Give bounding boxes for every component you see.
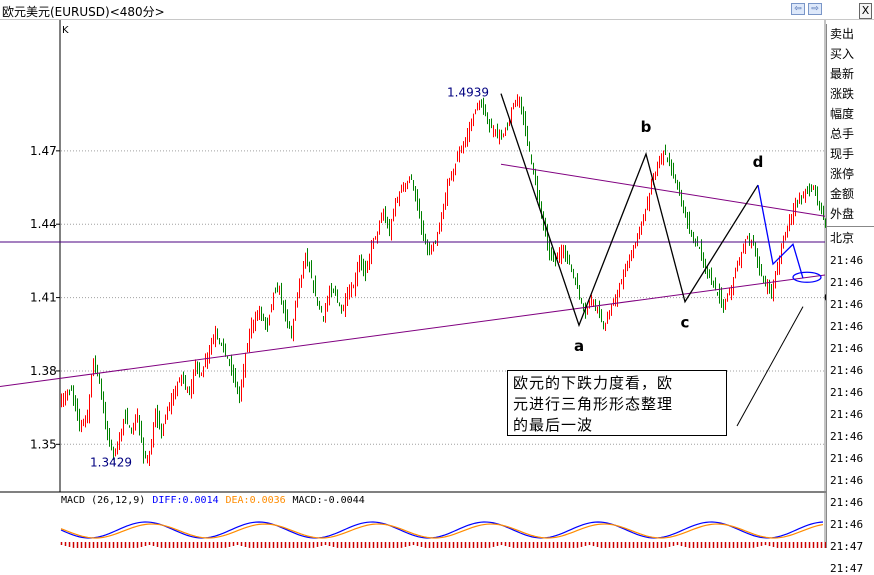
sidebar-item: 总手: [830, 127, 855, 141]
annotation-line-2: 元进行三角形形态整理: [513, 395, 674, 413]
sidebar-time: 21:46: [830, 320, 864, 333]
y-tick-label: 1.35: [30, 437, 57, 451]
sidebar-divider: [827, 226, 874, 227]
wave-label: b: [641, 118, 652, 136]
price-chart[interactable]: K 1.471.441.411.381.35 abcde1.49391.3429…: [0, 20, 826, 548]
high-label: 1.4939: [447, 85, 489, 99]
macd-dea-label: DEA:0.0036: [226, 495, 286, 506]
wave-label: a: [574, 337, 584, 355]
sidebar-time: 21:46: [830, 518, 864, 531]
close-button[interactable]: X: [859, 3, 872, 19]
sidebar-time: 21:47: [830, 540, 864, 553]
macd-diff-label: DIFF:0.0014: [152, 495, 218, 506]
sidebar-time: 21:47: [830, 562, 864, 575]
sidebar-item: 买入: [830, 47, 855, 61]
macd-panel: MACD (26,12,9) DIFF:0.0014 DEA:0.0036 MACD:…: [60, 495, 826, 548]
projection-line: [757, 184, 804, 279]
sidebar-item: 现手: [830, 147, 855, 161]
y-tick-label: 1.41: [30, 291, 57, 305]
title-bar: 欧元美元(EURUSD)<480分> ⇦ ⇨ X: [0, 0, 874, 20]
y-tick-label: 1.47: [30, 144, 57, 158]
sidebar-time: 21:46: [830, 254, 864, 267]
sidebar-item: 涨跌: [830, 87, 855, 101]
sidebar-time: 21:46: [830, 276, 864, 289]
annotation-line-3: 的最后一波: [513, 416, 594, 434]
nav-right-button[interactable]: ⇨: [808, 3, 822, 15]
macd-macd-label: MACD:-0.0044: [293, 495, 365, 506]
sidebar-time: 21:46: [830, 364, 864, 377]
y-tick-label: 1.38: [30, 364, 57, 378]
sidebar-time: 21:46: [830, 342, 864, 355]
triangle-upper-line: [500, 163, 826, 217]
sidebar-time: 21:46: [830, 408, 864, 421]
wave-label: d: [753, 153, 764, 171]
sidebar-time: 21:46: [830, 298, 864, 311]
sidebar-item: 外盘: [830, 207, 855, 221]
y-axis-ticks: 1.47 1.44 1.41 1.38 1.35: [30, 144, 60, 451]
sidebar-item: 最新: [830, 67, 855, 81]
sidebar-time: 21:46: [830, 496, 864, 509]
low-label: 1.3429: [90, 456, 132, 470]
sidebar-time: 21:46: [830, 474, 864, 487]
macd-label: MACD (26,12,9): [61, 495, 145, 506]
quote-sidebar: 卖出买入最新涨跌幅度总手现手涨停金额外盘北京 21:46 21:46 21:46 21:…: [826, 24, 874, 575]
nav-left-button[interactable]: ⇦: [791, 3, 805, 15]
sidebar-time: 21:46: [830, 452, 864, 465]
annotation-arrow: [736, 306, 804, 427]
sidebar-item: 卖出: [830, 27, 855, 41]
sidebar-time: 21:46: [830, 430, 864, 443]
sidebar-item: 幅度: [830, 107, 855, 121]
corner-label: K: [62, 25, 69, 36]
annotation-line-1: 欧元的下跌力度看，欧: [513, 374, 674, 392]
window-title: 欧元美元(EURUSD)<480分>: [2, 5, 165, 19]
sidebar-item: 涨停: [830, 167, 855, 181]
annotation-box: 欧元的下跌力度看，欧 元进行三角形形态整理 的最后一波: [507, 370, 727, 436]
y-tick-label: 1.44: [30, 217, 57, 231]
sidebar-time: 21:46: [830, 386, 864, 399]
sidebar-item: 金额: [830, 187, 855, 201]
wave-label: c: [681, 314, 690, 332]
sidebar-location: 北京: [830, 231, 855, 245]
